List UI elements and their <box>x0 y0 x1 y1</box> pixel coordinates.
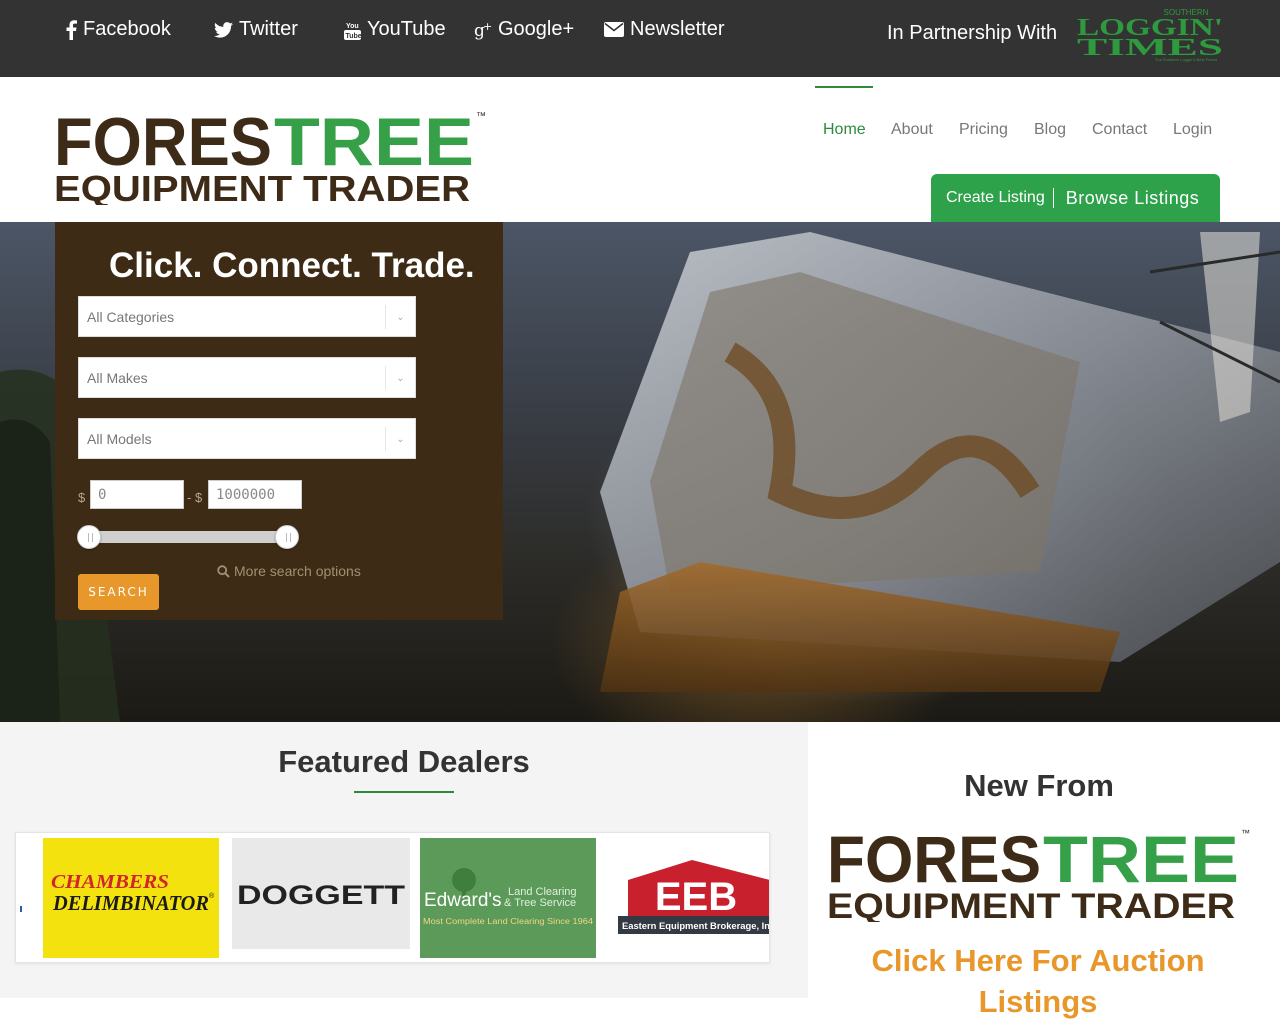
listing-actions: Create Listing Browse Listings <box>931 174 1220 222</box>
price-max-input[interactable]: 1000000 <box>208 480 302 509</box>
price-slider-max-handle[interactable] <box>275 525 299 549</box>
carousel-edge-indicator <box>20 906 22 912</box>
chambers-line1: CHAMBERS <box>51 871 169 893</box>
promo-logo-subtitle: EQUIPMENT TRADER <box>827 887 1235 922</box>
chevron-down-icon: ⌄ <box>385 305 415 329</box>
search-panel: Click. Connect. Trade. All Categories ⌄ … <box>55 222 503 620</box>
top-bar: Facebook Twitter You Tube You Tube g + Goog… <box>0 0 1280 77</box>
nav-pricing[interactable]: Pricing <box>959 121 1008 139</box>
edwards-name: Edward's <box>424 890 502 911</box>
make-select[interactable]: All Makes ⌄ <box>78 357 416 398</box>
featured-dealers-divider <box>354 791 454 793</box>
lt-logo-tagline: The Southern Logger's Best Friend <box>1155 57 1217 62</box>
youtube-icon: You Tube <box>344 20 361 40</box>
facebook-icon <box>66 19 77 40</box>
search-icon <box>217 564 230 578</box>
facebook-link[interactable]: Facebook <box>66 18 171 41</box>
chevron-down-icon: ⌄ <box>385 366 415 390</box>
eeb-full-name: Eastern Equipment Brokerage, In <box>622 921 770 931</box>
chevron-down-icon: ⌄ <box>385 427 415 451</box>
featured-dealers-title: Featured Dealers <box>278 744 530 779</box>
dealer-chambers-delimbinator[interactable]: CHAMBERS DELIMBINATOR ® <box>43 838 219 958</box>
site-header: FORES TREE ™ EQUIPMENT TRADER Home About… <box>0 77 1280 222</box>
promo-title: New From <box>964 768 1114 803</box>
nav-about[interactable]: About <box>891 121 933 139</box>
nav-login[interactable]: Login <box>1173 121 1212 139</box>
promo-logo-word-fores: FORES <box>827 826 1041 896</box>
search-button[interactable]: SEARCH <box>78 574 159 610</box>
nav-active-indicator <box>815 86 873 88</box>
southern-loggin-times-logo[interactable]: SOUTHERN LOGGIN' TIMES The Southern Logg… <box>1074 8 1226 62</box>
nav-contact[interactable]: Contact <box>1092 121 1147 139</box>
search-title: Click. Connect. Trade. <box>109 246 475 285</box>
edwards-line3: & Tree Service <box>504 897 576 909</box>
forestree-logo[interactable]: FORES TREE ™ EQUIPMENT TRADER <box>54 107 488 205</box>
create-listing-button[interactable]: Create Listing <box>946 189 1045 207</box>
google-plus-link[interactable]: g + Google+ <box>474 18 574 41</box>
price-slider-min-handle[interactable] <box>77 525 101 549</box>
category-select[interactable]: All Categories ⌄ <box>78 296 416 337</box>
currency-symbol: $ <box>78 490 86 505</box>
eeb-letters: EEB <box>655 875 737 919</box>
partnership-text: In Partnership With <box>887 22 1058 44</box>
forestree-logo-promo[interactable]: FORES TREE ™ EQUIPMENT TRADER <box>827 826 1251 922</box>
svg-text:Tube: Tube <box>346 33 362 40</box>
twitter-icon <box>214 21 233 38</box>
price-range-separator: - $ <box>187 490 203 505</box>
promo-logo-tm: ™ <box>1241 828 1250 838</box>
doggett-name: DOGGETT <box>237 880 406 910</box>
google-plus-icon: g + <box>474 20 492 40</box>
envelope-icon <box>604 22 624 37</box>
model-select[interactable]: All Models ⌄ <box>78 418 416 459</box>
logo-subtitle: EQUIPMENT TRADER <box>54 168 470 205</box>
edwards-tagline: Most Complete Land Clearing Since 1964 <box>423 917 594 926</box>
logo-tm: ™ <box>476 111 486 122</box>
chambers-line2: DELIMBINATOR <box>52 891 209 915</box>
price-min-input[interactable]: 0 <box>90 480 184 509</box>
dealer-edwards[interactable]: Edward's Land Clearing & Tree Service Mo… <box>420 838 596 958</box>
youtube-link[interactable]: You Tube You Tube <box>344 18 446 41</box>
svg-text:You: You <box>346 23 359 30</box>
featured-dealers-section: Featured Dealers CHAMBERS DELIMBINATOR ®… <box>0 722 808 998</box>
browse-listings-button[interactable]: Browse Listings <box>1066 188 1200 209</box>
nav-home[interactable]: Home <box>823 121 866 139</box>
dealer-doggett[interactable]: DOGGETT <box>232 838 410 949</box>
dealer-carousel: CHAMBERS DELIMBINATOR ® DOGGETT Edward's… <box>15 832 770 963</box>
dealer-eeb[interactable]: EEB Eastern Equipment Brokerage, In <box>614 838 770 958</box>
hero-equipment-image <box>600 232 1280 692</box>
promo-logo-word-tree: TREE <box>1043 826 1239 896</box>
newsletter-link[interactable]: Newsletter <box>604 18 724 41</box>
auction-promo: New From FORES TREE ™ EQUIPMENT TRADER C… <box>808 722 1280 1036</box>
svg-text:+: + <box>483 20 492 33</box>
auction-listings-link[interactable]: Click Here For Auction Listings <box>828 940 1248 1022</box>
cta-separator <box>1052 188 1054 208</box>
more-search-options-link[interactable]: More search options <box>217 563 361 579</box>
nav-blog[interactable]: Blog <box>1034 121 1066 139</box>
price-slider-track[interactable] <box>89 531 287 543</box>
twitter-link[interactable]: Twitter <box>214 18 298 41</box>
hero-banner: Click. Connect. Trade. All Categories ⌄ … <box>0 222 1280 722</box>
chambers-registered-mark: ® <box>209 892 215 900</box>
